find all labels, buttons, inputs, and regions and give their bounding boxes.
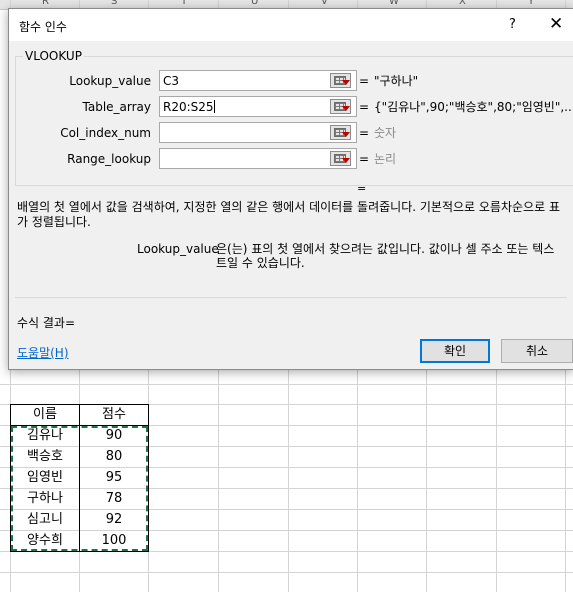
column-letter: X [459,0,466,7]
current-argument-name: Lookup_value [137,242,219,256]
copy-selection-marquee [11,426,148,551]
function-name-label: VLOOKUP [23,49,84,63]
dialog-titlebar[interactable]: 함수 인수 ? ✕ [9,9,573,41]
arrow-down-icon [342,80,350,85]
function-arguments-dialog: 함수 인수 ? ✕ VLOOKUP Lookup_value C3 = "구하나… [8,8,573,370]
collapse-dialog-button[interactable] [330,73,351,88]
column-letter: V [321,0,328,7]
text-caret [213,100,215,113]
equals-sign: = [359,152,370,166]
arg-label-range-lookup: Range_lookup [67,152,151,166]
arg-type-hint-logical: 논리 [374,152,397,166]
table-array-value-wrap: R20:S25 [163,99,215,115]
arg-result-table-array: {"김유나",90;"백승호",80;"임영빈",... [374,100,573,114]
collapse-dialog-button[interactable] [330,99,351,114]
function-description: 배열의 첫 열에서 값을 검색하여, 지정한 열의 같은 행에서 데이터를 돌려… [17,200,560,229]
equals-sign: = [359,74,370,88]
column-letter: R [42,0,49,7]
grid-line [0,572,573,573]
close-icon[interactable]: ✕ [549,14,563,34]
formula-result-label: 수식 결과= [17,316,76,330]
arg-label-table-array: Table_array [82,100,152,114]
column-letter: T [181,0,188,7]
cancel-button[interactable]: 취소 [501,339,573,363]
collapse-dialog-button[interactable] [330,125,351,140]
collapse-dialog-button[interactable] [330,151,351,166]
table-array-text: R20:S25 [163,100,214,114]
help-link[interactable]: 도움말(H) [17,344,69,361]
column-letter: W [389,0,399,7]
help-icon[interactable]: ? [509,17,516,32]
arg-result-lookup-value: "구하나" [374,74,419,88]
lookup-value-text: C3 [163,74,180,88]
function-result-equals: = [357,182,367,195]
arrow-down-icon [342,106,350,111]
divider [15,297,567,298]
dialog-title: 함수 인수 [19,20,67,34]
lookup-value-input[interactable]: C3 [159,70,357,91]
equals-sign: = [359,126,370,140]
column-letter: S [111,0,118,7]
column-letter: Y [528,0,535,7]
arg-label-lookup-value: Lookup_value [69,74,151,88]
ok-button[interactable]: 확인 [420,339,490,363]
arg-label-col-index-num: Col_index_num [60,126,151,140]
table-header-name[interactable]: 이름 [11,405,79,425]
grid-line [0,384,573,385]
current-argument-description: 은(는) 표의 첫 열에서 찾으려는 값입니다. 값이나 셀 주소 또는 텍스트… [216,242,555,270]
arg-type-hint-number: 숫자 [374,126,397,140]
range-lookup-input[interactable] [159,148,357,169]
arrow-down-icon [342,158,350,163]
table-array-input[interactable]: R20:S25 [159,96,357,117]
equals-sign: = [359,100,370,114]
col-index-num-input[interactable] [159,122,357,143]
arrow-down-icon [342,132,350,137]
column-letter: U [251,0,259,7]
table-header-score[interactable]: 점수 [80,405,148,425]
